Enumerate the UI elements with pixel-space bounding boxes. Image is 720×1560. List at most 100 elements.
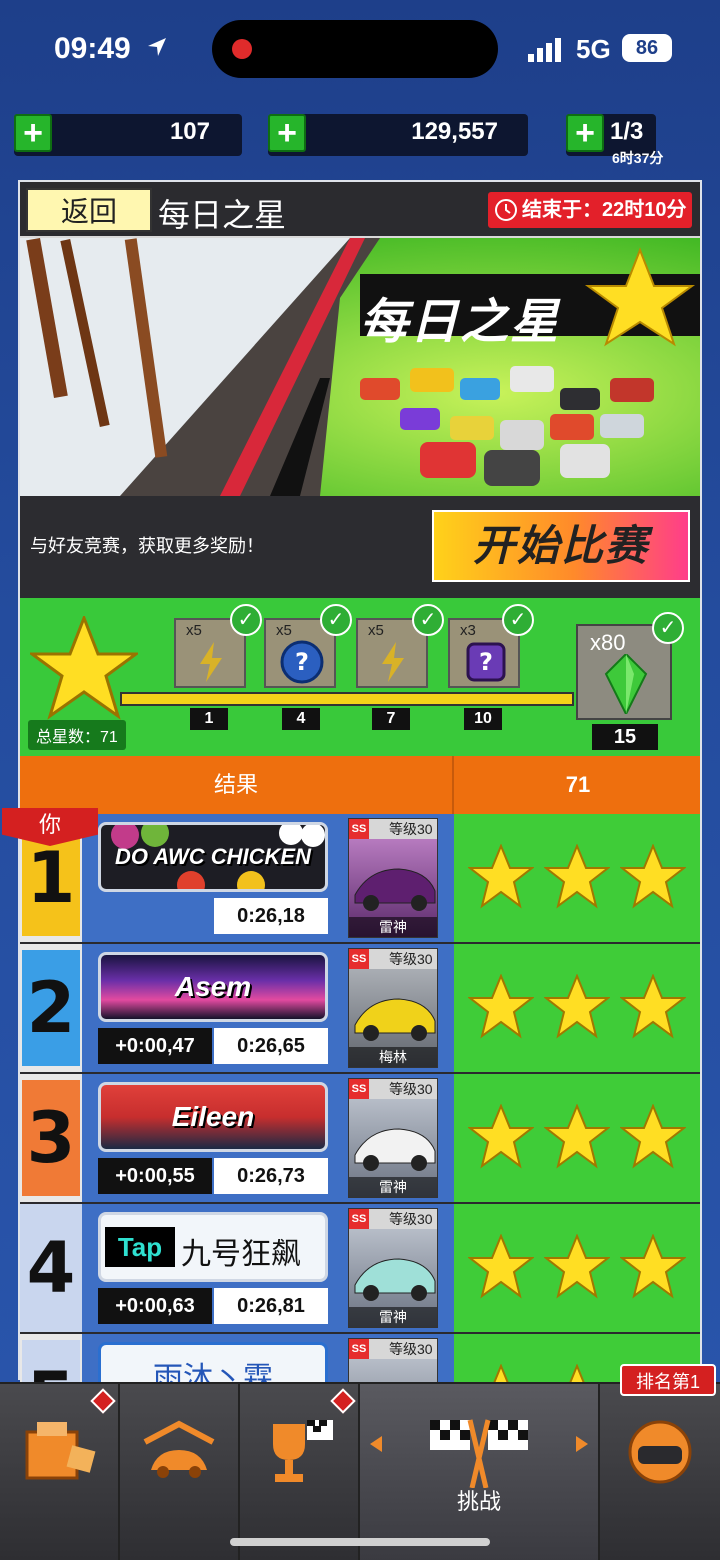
milestone-label: 7 — [372, 708, 410, 730]
start-race-button[interactable]: 开始比赛 — [432, 510, 690, 582]
leaderboard-row[interactable]: 3 Eileen +0:00,55 0:26,73 等级30 SS 雷神 — [20, 1074, 700, 1202]
player-name: Asem — [174, 971, 252, 1002]
rank-number: 4 — [22, 1210, 80, 1326]
stars-earned — [454, 814, 700, 942]
star-icon — [569, 1364, 585, 1382]
rank-cell: 2 — [20, 944, 82, 1072]
plate-prefix: Tap — [105, 1227, 175, 1267]
player-name: DO AWC CHICKEN — [115, 844, 311, 869]
star-icon — [468, 844, 534, 909]
row-body: Asem +0:00,47 0:26,65 等级30 SS 梅林 — [82, 944, 454, 1072]
add-coins-button[interactable]: + — [268, 114, 306, 152]
event-banner: 每日之星 — [20, 238, 700, 496]
car-icon — [354, 998, 436, 1041]
check-icon: ✓ — [652, 612, 684, 644]
signal-icon — [528, 38, 561, 62]
add-tickets-button[interactable]: + — [566, 114, 604, 152]
promo-section: 与好友竞赛，获取更多奖励！ 开始比赛 — [20, 496, 700, 598]
garage-car-icon — [143, 1420, 215, 1478]
race-time: 0:26,65 — [214, 1028, 328, 1064]
ss-badge-icon: SS — [349, 1339, 369, 1359]
player-name: Eileen — [171, 1101, 255, 1132]
car-level-text: 等级30 — [389, 1081, 433, 1097]
nav-events[interactable] — [240, 1384, 360, 1560]
star-icon — [544, 844, 610, 909]
car-icon — [354, 1258, 436, 1301]
rank-cell: 3 — [20, 1074, 82, 1202]
ticket-timer: 6时37分 — [612, 150, 664, 166]
stars-earned — [454, 944, 700, 1072]
ss-badge-icon: SS — [349, 819, 369, 839]
check-icon: ✓ — [502, 604, 534, 636]
mystery-box-icon: ? — [466, 642, 506, 682]
location-arrow-icon — [148, 38, 166, 56]
star-icon — [468, 1104, 534, 1169]
name-plate: Asem — [98, 952, 328, 1022]
milestone-label: 4 — [282, 708, 320, 730]
star-icon — [620, 1104, 686, 1169]
car-name: 雷神 — [349, 1307, 437, 1327]
leaderboard-row[interactable]: 1 DO AWC CHICKEN 0:26,18 等级30 SS 雷神 — [20, 814, 700, 942]
add-gems-button[interactable]: + — [14, 114, 52, 152]
player-name: 九号狂飙 — [181, 1238, 301, 1271]
battery-indicator: 86 — [622, 34, 672, 62]
leaderboard-row[interactable]: 4 Tap 九号狂飙 +0:00,63 0:26,81 等级30 SS 雷神 — [20, 1204, 700, 1332]
coins-counter: + 129,557 — [268, 114, 528, 156]
nav-shop[interactable] — [0, 1384, 120, 1560]
car-icon — [354, 868, 436, 911]
row-body: Tap 九号狂飙 +0:00,63 0:26,81 等级30 SS 雷神 — [82, 1204, 454, 1332]
star-progress: 总星数：71 x5 ✓ 1 x5 ? ✓ 4 x5 ✓ 7 x3 ? ✓ 10 … — [20, 598, 700, 756]
stars-earned — [454, 1074, 700, 1202]
row-body: 雨沐丶霖 等级30 SS — [82, 1334, 454, 1382]
leaderboard-row[interactable]: 5 雨沐丶霖 等级30 SS — [20, 1334, 700, 1382]
panel-header: 返回 每日之星 结束于：22时10分 — [20, 182, 700, 238]
star-icon — [544, 974, 610, 1039]
car-card: 等级30 SS 梅林 — [348, 948, 438, 1068]
star-icon — [620, 844, 686, 909]
race-time: 0:26,18 — [214, 898, 328, 934]
page-title: 每日之星 — [158, 197, 287, 233]
leaderboard[interactable]: 1 DO AWC CHICKEN 0:26,18 等级30 SS 雷神 2 As… — [20, 814, 700, 1382]
car-level-text: 等级30 — [389, 951, 433, 967]
bottom-nav: 挑战 — [0, 1382, 720, 1560]
banner-art — [20, 238, 700, 496]
gems-value: 107 — [169, 118, 210, 145]
shop-crate-icon — [25, 1422, 96, 1480]
trophy-icon — [273, 1420, 333, 1482]
banner-title: 每日之星 — [360, 296, 561, 349]
chevron-left-icon — [370, 1436, 382, 1452]
check-icon: ✓ — [320, 604, 352, 636]
car-name: 梅林 — [349, 1047, 437, 1067]
rank-number: 3 — [22, 1080, 80, 1196]
results-header: 结果 71 — [20, 756, 700, 814]
reward-qty: x5 — [186, 622, 202, 639]
back-button[interactable]: 返回 — [26, 188, 152, 232]
car-card: 等级30 SS 雷神 — [348, 818, 438, 938]
clock-time: 09:49 — [54, 32, 131, 65]
car-name: 雷神 — [349, 917, 437, 937]
gem-icon — [604, 654, 648, 714]
total-stars: 总星数：71 — [28, 720, 126, 750]
check-icon: ✓ — [412, 604, 444, 636]
milestone-label: 15 — [592, 724, 658, 750]
event-countdown: 结束于：22时10分 — [488, 192, 692, 228]
svg-text:?: ? — [479, 648, 493, 676]
countdown-text: 结束于：22时10分 — [522, 199, 687, 221]
nav-garage[interactable] — [120, 1384, 240, 1560]
race-time: 0:26,81 — [214, 1288, 328, 1324]
leaderboard-row[interactable]: 2 Asem +0:00,47 0:26,65 等级30 SS 梅林 — [20, 944, 700, 1072]
nav-profile[interactable] — [600, 1384, 720, 1560]
milestone-label: 1 — [190, 708, 228, 730]
mystery-box-icon: ? — [280, 640, 324, 684]
home-indicator[interactable] — [230, 1538, 490, 1546]
car-name: 雷神 — [349, 1177, 437, 1197]
recording-dot-icon — [232, 39, 252, 59]
time-difference: +0:00,55 — [98, 1158, 212, 1194]
car-level-text: 等级30 — [389, 821, 433, 837]
time-difference: +0:00,47 — [98, 1028, 212, 1064]
nav-challenge[interactable]: 挑战 — [360, 1384, 600, 1560]
reward-qty: x3 — [460, 622, 476, 639]
car-icon — [354, 1128, 436, 1171]
rank-badge: 排名第1 — [620, 1364, 716, 1396]
race-time: 0:26,73 — [214, 1158, 328, 1194]
